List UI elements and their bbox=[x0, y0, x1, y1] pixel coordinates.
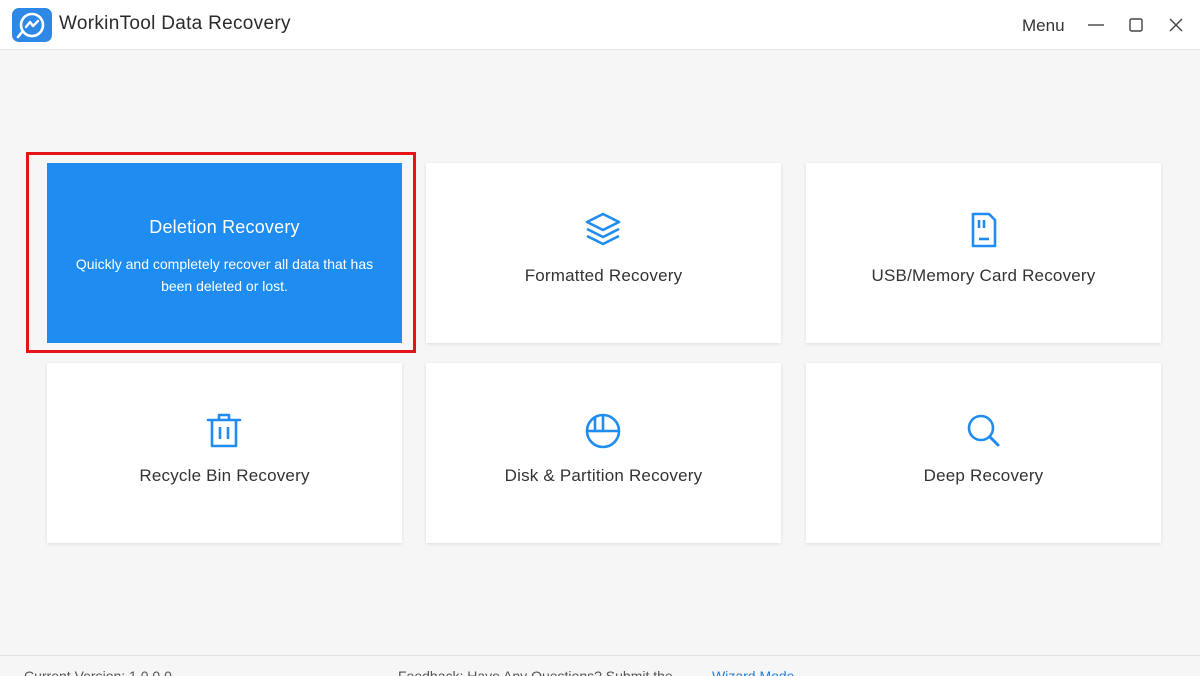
sd-card-icon bbox=[963, 210, 1003, 250]
app-title: WorkinTool Data Recovery bbox=[59, 13, 291, 34]
card-formatted-recovery[interactable]: Formatted Recovery bbox=[426, 163, 781, 343]
pie-chart-icon bbox=[583, 410, 623, 450]
layers-icon bbox=[583, 210, 623, 250]
magnifier-icon bbox=[963, 410, 1003, 450]
card-label: USB/Memory Card Recovery bbox=[871, 266, 1096, 285]
maximize-button[interactable] bbox=[1124, 12, 1148, 38]
card-label: Recycle Bin Recovery bbox=[139, 466, 310, 485]
app-logo-icon bbox=[12, 8, 52, 42]
recycle-bin-icon bbox=[204, 410, 244, 450]
card-usb-memory-card-recovery[interactable]: USB/Memory Card Recovery bbox=[806, 163, 1161, 343]
minimize-icon bbox=[1088, 24, 1104, 26]
card-deletion-recovery[interactable]: Deletion Recovery Quickly and completely… bbox=[47, 163, 402, 343]
minimize-button[interactable] bbox=[1084, 12, 1108, 38]
title-bar: WorkinTool Data Recovery Menu bbox=[0, 0, 1200, 50]
card-deep-recovery[interactable]: Deep Recovery bbox=[806, 363, 1161, 543]
card-description: Quickly and completely recover all data … bbox=[75, 256, 374, 294]
maximize-icon bbox=[1129, 18, 1143, 32]
card-label: Disk & Partition Recovery bbox=[504, 466, 703, 485]
card-recycle-bin-recovery[interactable]: Recycle Bin Recovery bbox=[47, 363, 402, 543]
close-button[interactable] bbox=[1164, 12, 1188, 38]
card-label: Deep Recovery bbox=[923, 466, 1044, 485]
close-icon bbox=[1169, 18, 1183, 32]
menu-button[interactable]: Menu bbox=[1022, 16, 1065, 36]
card-disk-partition-recovery[interactable]: Disk & Partition Recovery bbox=[426, 363, 781, 543]
status-footer: Current Version: 1.0.0.0 Feedback: Have … bbox=[0, 655, 1200, 676]
card-label: Formatted Recovery bbox=[524, 266, 683, 285]
card-label: Deletion Recovery bbox=[149, 217, 300, 237]
